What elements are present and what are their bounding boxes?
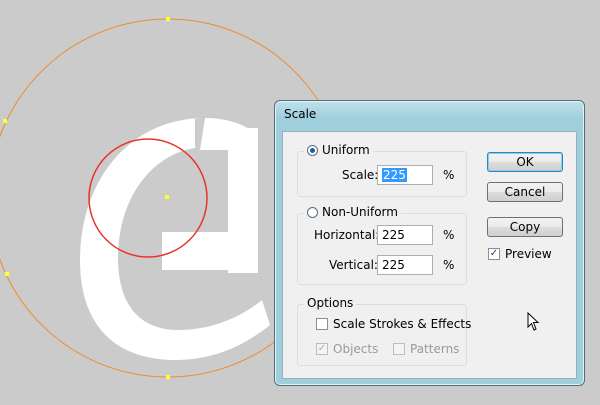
- options-group: Options: [297, 296, 467, 366]
- preview-option[interactable]: ✓ Preview: [488, 247, 552, 261]
- nonuniform-label: Non-Uniform: [322, 205, 398, 219]
- dialog-body: Uniform Scale: 225 % Non-Uniform Horizon…: [282, 131, 577, 379]
- scale-input[interactable]: 225: [377, 165, 433, 185]
- nonuniform-option[interactable]: Non-Uniform: [304, 205, 401, 219]
- objects-option: ✓ Objects: [316, 342, 378, 356]
- horizontal-label: Horizontal:: [314, 228, 380, 242]
- dialog-title: Scale: [284, 107, 317, 121]
- uniform-label: Uniform: [322, 143, 370, 157]
- scale-dialog: Scale Uniform Scale: 225 % Non-Uniform H…: [274, 100, 585, 386]
- vertical-input[interactable]: 225: [377, 255, 433, 275]
- options-legend-text: Options: [307, 296, 354, 310]
- dialog-title-bar[interactable]: Scale: [275, 101, 584, 131]
- preview-label: Preview: [505, 247, 552, 261]
- objects-checkbox: ✓: [316, 343, 328, 355]
- uniform-option[interactable]: Uniform: [304, 143, 373, 157]
- preview-checkbox[interactable]: ✓: [488, 248, 500, 260]
- scale-strokes-checkbox[interactable]: [316, 318, 328, 330]
- mouse-cursor-icon: [527, 312, 540, 331]
- vertical-input-value: 225: [382, 258, 405, 272]
- patterns-option: Patterns: [393, 342, 459, 356]
- scale-label: Scale:: [342, 168, 379, 182]
- anchor-point-bottom-left[interactable]: [5, 272, 9, 276]
- nonuniform-radio[interactable]: [307, 206, 318, 218]
- scale-strokes-option[interactable]: Scale Strokes & Effects: [316, 317, 471, 331]
- cancel-button[interactable]: Cancel: [487, 182, 563, 202]
- patterns-checkbox: [393, 343, 405, 355]
- scale-input-value: 225: [382, 168, 407, 182]
- scale-strokes-label: Scale Strokes & Effects: [333, 317, 472, 331]
- horizontal-input[interactable]: 225: [377, 225, 433, 245]
- anchor-point-bottom[interactable]: [166, 375, 170, 379]
- uniform-radio[interactable]: [307, 144, 318, 156]
- vertical-label: Vertical:: [329, 258, 378, 272]
- center-point-anchor[interactable]: [165, 195, 169, 199]
- scale-unit: %: [443, 168, 455, 182]
- objects-label: Objects: [333, 342, 379, 356]
- horizontal-input-value: 225: [382, 228, 405, 242]
- vertical-unit: %: [443, 258, 455, 272]
- options-legend: Options: [304, 296, 357, 310]
- copy-button[interactable]: Copy: [487, 217, 563, 237]
- anchor-point-top[interactable]: [166, 17, 170, 21]
- ok-button[interactable]: OK: [487, 152, 563, 172]
- horizontal-unit: %: [443, 228, 455, 242]
- anchor-point-left[interactable]: [3, 119, 7, 123]
- patterns-label: Patterns: [410, 342, 460, 356]
